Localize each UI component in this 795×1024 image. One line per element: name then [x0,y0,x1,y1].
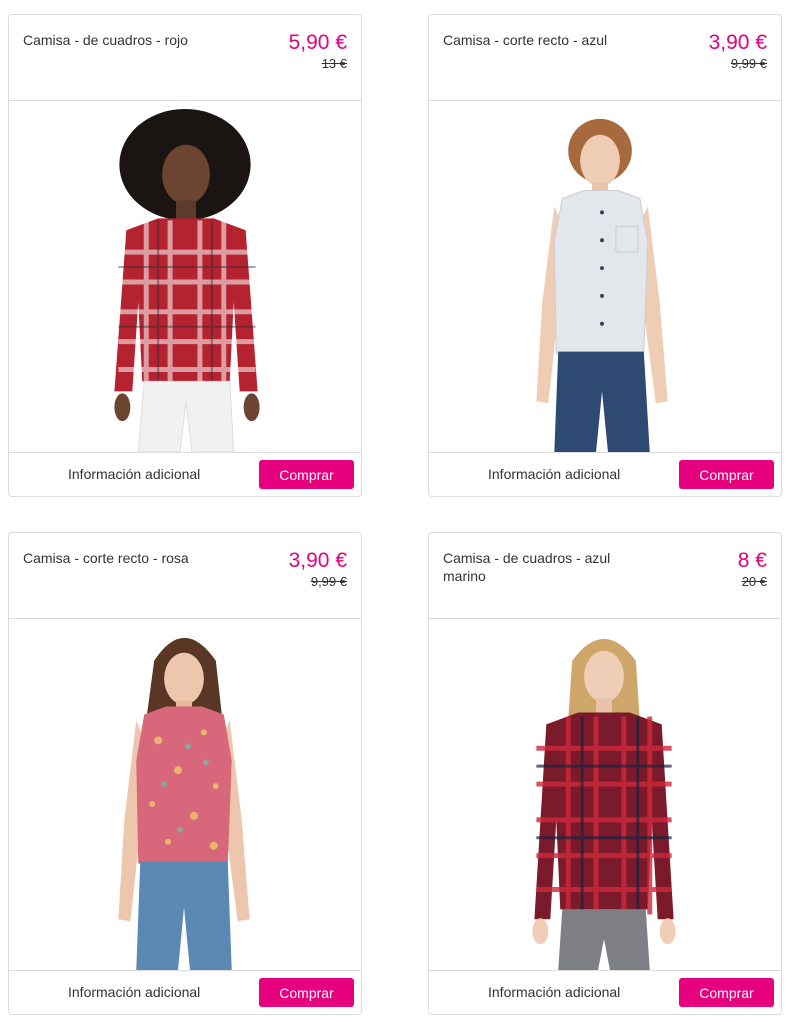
original-price: 13 € [321,56,347,71]
product-card-header: Camisa - corte recto - azul 3,90 € 9,99 … [429,15,781,101]
price-block: 5,90 € 13 € [289,31,347,72]
additional-info-link[interactable]: Información adicional [488,984,620,1000]
buy-button[interactable]: Comprar [679,460,774,489]
product-title[interactable]: Camisa - corte recto - rosa [23,549,233,567]
product-card: Camisa - corte recto - azul 3,90 € 9,99 … [428,14,782,497]
additional-info-link[interactable]: Información adicional [68,984,200,1000]
product-image[interactable] [9,620,361,971]
current-price: 5,90 € [288,31,347,54]
product-image[interactable] [429,102,781,453]
product-card-footer: Información adicional Comprar [9,970,361,1014]
product-image[interactable] [429,620,781,971]
current-price: 3,90 € [288,549,347,572]
original-price: 20 € [741,574,767,589]
buy-button[interactable]: Comprar [679,978,774,1007]
product-card-header: Camisa - de cuadros - rojo 5,90 € 13 € [9,15,361,101]
current-price: 3,90 € [708,31,767,54]
price-block: 3,90 € 9,99 € [709,31,767,72]
product-card: Camisa - corte recto - rosa 3,90 € 9,99 … [8,532,362,1015]
product-card-header: Camisa - de cuadros - azul marino 8 € 20… [429,533,781,619]
product-title[interactable]: Camisa - de cuadros - rojo [23,31,233,49]
price-block: 8 € 20 € [738,549,767,590]
price-block: 3,90 € 9,99 € [289,549,347,590]
buy-button[interactable]: Comprar [259,460,354,489]
original-price: 9,99 € [310,574,347,589]
current-price: 8 € [737,549,767,572]
product-title[interactable]: Camisa - de cuadros - azul marino [443,549,653,585]
product-title[interactable]: Camisa - corte recto - azul [443,31,653,49]
product-image[interactable] [9,102,361,453]
original-price: 9,99 € [730,56,767,71]
product-card-footer: Información adicional Comprar [429,452,781,496]
additional-info-link[interactable]: Información adicional [488,466,620,482]
additional-info-link[interactable]: Información adicional [68,466,200,482]
product-card: Camisa - de cuadros - rojo 5,90 € 13 € I… [8,14,362,497]
product-card-header: Camisa - corte recto - rosa 3,90 € 9,99 … [9,533,361,619]
product-card: Camisa - de cuadros - azul marino 8 € 20… [428,532,782,1015]
product-card-footer: Información adicional Comprar [9,452,361,496]
buy-button[interactable]: Comprar [259,978,354,1007]
product-card-footer: Información adicional Comprar [429,970,781,1014]
